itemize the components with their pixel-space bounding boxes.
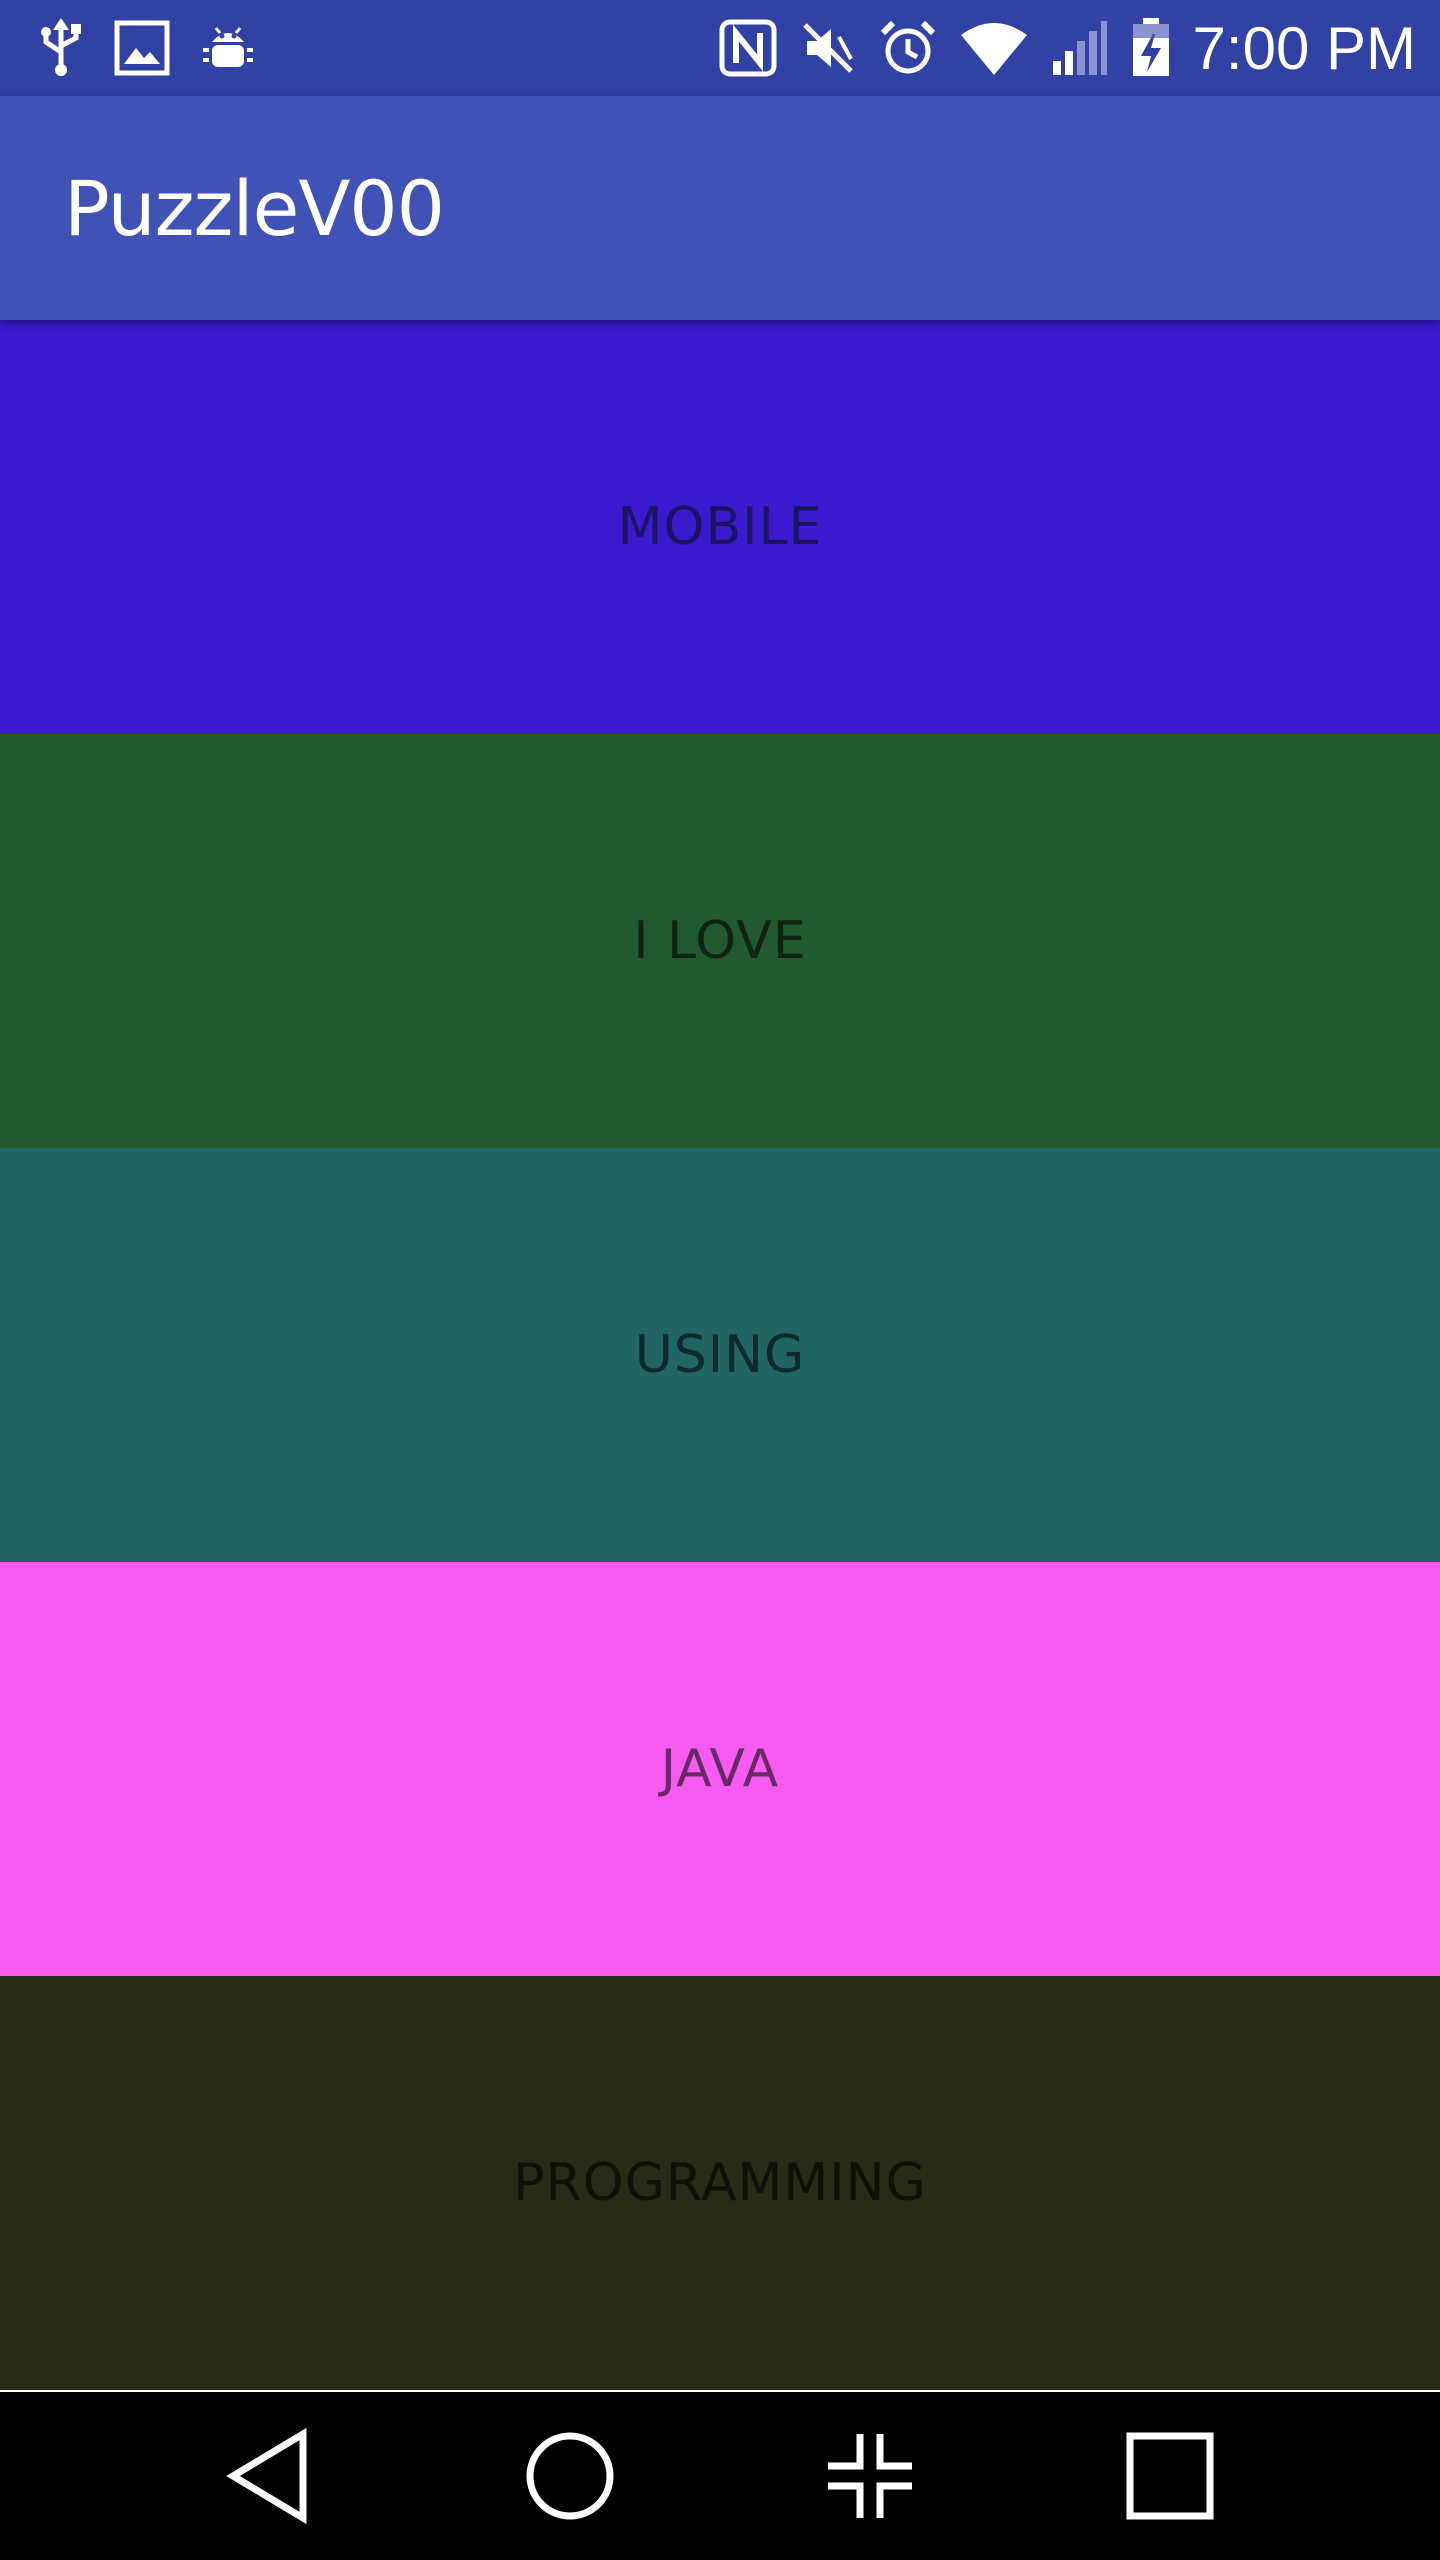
nfc-icon — [719, 19, 777, 77]
status-time: 7:00 PM — [1192, 14, 1416, 82]
dual-window-button[interactable] — [800, 2406, 940, 2546]
battery-charging-icon — [1131, 18, 1171, 78]
signal-icon — [1051, 19, 1109, 77]
screen: 7:00 PM PuzzleV00 MOBILE I LOVE USING JA… — [0, 0, 1440, 2560]
app-bar: PuzzleV00 — [0, 96, 1440, 320]
wifi-icon — [959, 19, 1029, 77]
status-left — [38, 18, 286, 78]
app-title: PuzzleV00 — [64, 163, 445, 253]
word-block-label: USING — [634, 1325, 806, 1385]
home-button[interactable] — [500, 2406, 640, 2546]
status-bar: 7:00 PM — [0, 0, 1440, 96]
usb-icon — [38, 18, 84, 78]
mute-icon — [799, 19, 857, 77]
word-block-label: PROGRAMMING — [513, 2153, 927, 2213]
word-block-label: JAVA — [660, 1739, 780, 1799]
back-icon — [226, 2427, 307, 2525]
word-block-java[interactable]: JAVA — [0, 1562, 1440, 1976]
word-block-using[interactable]: USING — [0, 1148, 1440, 1562]
android-debug-icon — [200, 20, 256, 76]
navigation-bar — [0, 2392, 1440, 2560]
word-block-mobile[interactable]: MOBILE — [0, 320, 1440, 734]
word-block-label: MOBILE — [617, 497, 823, 557]
word-blocks: MOBILE I LOVE USING JAVA PROGRAMMING — [0, 320, 1440, 2390]
recents-icon — [1126, 2432, 1214, 2520]
dual-window-icon — [828, 2434, 912, 2518]
alarm-icon — [879, 19, 937, 77]
word-block-label: I LOVE — [633, 911, 807, 971]
status-right: 7:00 PM — [697, 14, 1416, 83]
word-block-i-love[interactable]: I LOVE — [0, 734, 1440, 1148]
home-icon — [526, 2432, 614, 2520]
word-block-programming[interactable]: PROGRAMMING — [0, 1976, 1440, 2390]
recents-button[interactable] — [1100, 2406, 1240, 2546]
back-button[interactable] — [200, 2406, 340, 2546]
image-icon — [114, 20, 170, 76]
